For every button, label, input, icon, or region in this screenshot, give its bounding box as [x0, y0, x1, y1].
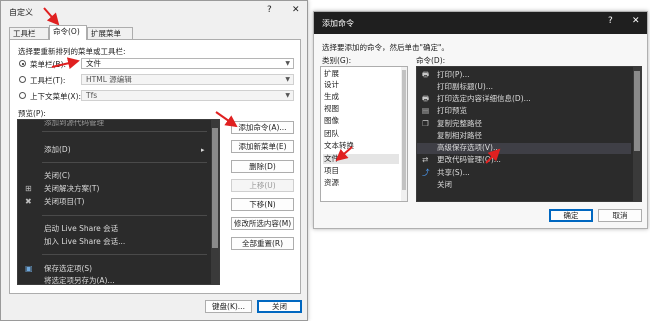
list-item[interactable]: 团队: [323, 129, 399, 139]
add-command-titlebar: 添加命令 ? ✕: [314, 12, 647, 34]
tab-commands[interactable]: 命令(O): [49, 25, 87, 40]
list-item[interactable]: 项目: [323, 166, 399, 176]
print-preview-icon: ▤: [422, 106, 430, 115]
menubar-label: 菜单栏(B):: [30, 60, 67, 69]
cancel-button[interactable]: 取消: [598, 209, 642, 222]
commands-list[interactable]: 🖶 打印(P)... 打印副标题(U)... 🖶 打印选定内容详细信息(D)..…: [416, 66, 642, 202]
menubar-radio[interactable]: [19, 60, 26, 67]
separator: [42, 254, 207, 255]
list-item[interactable]: 🖶 打印选定内容详细信息(D)...: [417, 94, 631, 105]
list-item[interactable]: 关闭: [417, 180, 631, 191]
add-new-menu-button[interactable]: 添加新菜单(E): [231, 140, 294, 153]
list-item[interactable]: 扩展: [323, 69, 399, 79]
delete-button[interactable]: 删除(D): [231, 160, 294, 173]
reset-all-button[interactable]: 全部重置(R): [231, 237, 294, 250]
list-item[interactable]: 加入 Live Share 会话...: [18, 236, 209, 248]
list-item[interactable]: 文本转换: [323, 141, 399, 151]
add-command-title: 添加命令: [322, 19, 354, 28]
chevron-down-icon: ▼: [285, 60, 290, 67]
help-icon[interactable]: ?: [267, 5, 272, 15]
list-item[interactable]: ▣ 保存选定项(S): [18, 263, 209, 275]
preview-list[interactable]: 添加到源代码管理 添加(D) ▸ 关闭(C) ⊞ 关闭解决方案(T) ✖ 关闭项…: [17, 119, 220, 285]
toolbar-value: HTML 源编辑: [86, 75, 132, 84]
list-item[interactable]: ⇄ 更改代码管理(O)...: [417, 155, 631, 166]
context-menu-label: 上下文菜单(X):: [30, 92, 82, 101]
customize-dialog: 自定义 ? ✕ 工具栏(T) 命令(O) 扩展菜单(E) 选择要重新排列的菜单或…: [0, 0, 308, 321]
list-item-selected[interactable]: 高级保存选项(V)...: [417, 143, 631, 154]
list-item[interactable]: 启动 Live Share 会话: [18, 223, 209, 235]
menubar-select[interactable]: 文件 ▼: [81, 58, 294, 69]
categories-list[interactable]: 扩展 设计 生成 视图 图像 团队 文本转换 文件 项目 资源: [320, 66, 408, 202]
save-icon: ▣: [25, 264, 33, 273]
ok-button[interactable]: 确定: [549, 209, 593, 222]
separator: [42, 131, 207, 132]
list-item[interactable]: 资源: [323, 178, 399, 188]
toolbar-label: 工具栏(T):: [30, 76, 66, 85]
close-project-icon: ✖: [25, 197, 32, 206]
list-item[interactable]: 视图: [323, 104, 399, 114]
list-item[interactable]: ❐ 复制完整路径: [417, 119, 631, 130]
scrollbar-thumb[interactable]: [634, 71, 640, 151]
modify-selection-button[interactable]: 修改所选内容(M): [231, 217, 294, 230]
close-solution-icon: ⊞: [25, 184, 32, 193]
list-item[interactable]: 🖶 打印(P)...: [417, 70, 631, 81]
context-menu-radio[interactable]: [19, 92, 26, 99]
separator: [42, 162, 207, 163]
list-item[interactable]: 将选定项另存为(A)...: [18, 275, 209, 284]
move-down-button[interactable]: 下移(N): [231, 198, 294, 211]
list-item[interactable]: 添加到源代码管理: [18, 120, 209, 129]
chevron-down-icon: ▼: [285, 92, 290, 99]
list-item[interactable]: ✖ 关闭项目(T): [18, 196, 209, 208]
tab-extension-menus[interactable]: 扩展菜单(E): [87, 27, 133, 50]
customize-titlebar: 自定义 ? ✕: [1, 1, 307, 23]
list-item[interactable]: 图像: [323, 116, 399, 126]
scrollbar-thumb[interactable]: [212, 128, 218, 248]
copy-path-icon: ❐: [422, 119, 429, 128]
print-icon: 🖶: [422, 94, 430, 103]
close-icon[interactable]: ✕: [632, 16, 640, 26]
add-command-instruction: 选择要添加的命令，然后单击"确定"。: [322, 43, 449, 52]
share-icon: ⤴: [422, 168, 430, 177]
commands-label: 命令(D):: [416, 56, 446, 65]
list-item[interactable]: ⤴ 共享(S)...: [417, 168, 631, 179]
commands-tab-panel: 选择要重新排列的菜单或工具栏: 菜单栏(B): 文件 ▼ 工具栏(T): HTM…: [9, 39, 301, 294]
close-icon[interactable]: ✕: [292, 5, 300, 15]
toolbar-radio[interactable]: [19, 76, 26, 83]
list-item[interactable]: 生成: [323, 92, 399, 102]
list-item[interactable]: 打印副标题(U)...: [417, 82, 631, 93]
list-item[interactable]: ⊞ 关闭解决方案(T): [18, 183, 209, 195]
print-icon: 🖶: [422, 70, 430, 79]
keyboard-button[interactable]: 键盘(K)...: [205, 300, 252, 313]
add-command-button[interactable]: 添加命令(A)...: [231, 121, 294, 134]
categories-scrollbar[interactable]: [401, 67, 407, 201]
scrollbar-thumb[interactable]: [402, 70, 406, 190]
context-menu-value: Tfs: [86, 91, 98, 100]
change-source-control-icon: ⇄: [422, 155, 429, 164]
help-icon[interactable]: ?: [608, 16, 613, 26]
list-item[interactable]: 关闭(C): [18, 170, 209, 182]
submenu-arrow-icon: ▸: [201, 146, 205, 154]
rearrange-instruction: 选择要重新排列的菜单或工具栏:: [18, 47, 126, 56]
preview-label: 预览(P):: [18, 109, 46, 118]
list-item[interactable]: 复制相对路径: [417, 131, 631, 142]
menubar-value: 文件: [86, 59, 101, 68]
close-button[interactable]: 关闭: [257, 300, 302, 313]
list-item[interactable]: 设计: [323, 80, 399, 90]
tab-toolbars[interactable]: 工具栏(T): [9, 27, 49, 50]
toolbar-select[interactable]: HTML 源编辑 ▼: [81, 74, 294, 85]
customize-title: 自定义: [9, 8, 33, 17]
list-item[interactable]: 添加(D) ▸: [18, 144, 209, 156]
context-menu-select[interactable]: Tfs ▼: [81, 90, 294, 101]
preview-scrollbar[interactable]: [211, 120, 219, 284]
list-item[interactable]: ▤ 打印预览: [417, 106, 631, 117]
commands-scrollbar[interactable]: [633, 67, 641, 201]
chevron-down-icon: ▼: [285, 76, 290, 83]
add-command-dialog: 添加命令 ? ✕ 选择要添加的命令，然后单击"确定"。 类别(G): 命令(D)…: [313, 11, 648, 229]
list-item-selected[interactable]: 文件: [323, 154, 399, 164]
separator: [42, 215, 207, 216]
move-up-button[interactable]: 上移(U): [231, 179, 294, 192]
categories-label: 类别(G):: [322, 56, 352, 65]
